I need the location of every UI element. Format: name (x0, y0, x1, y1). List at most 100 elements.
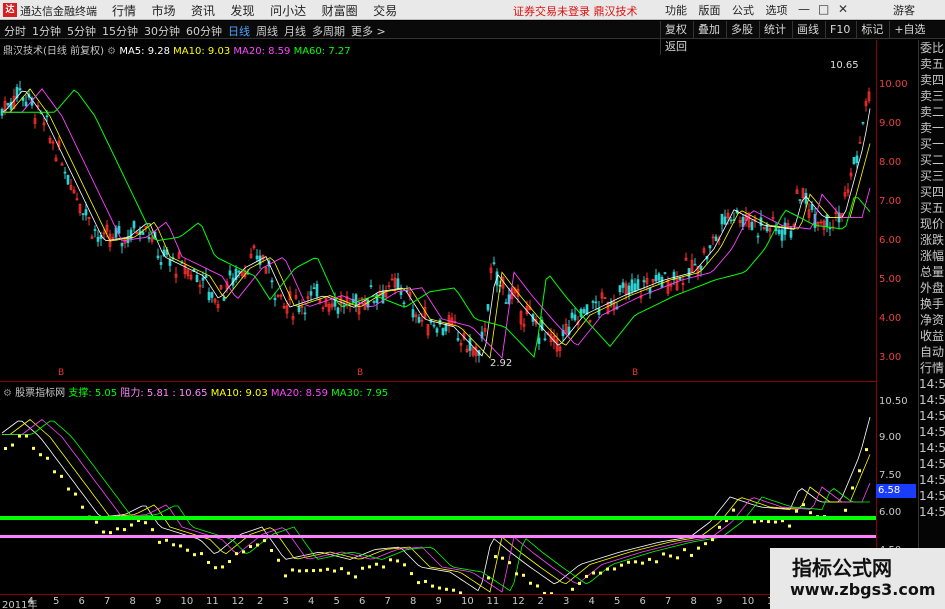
signal-dot (396, 559, 399, 563)
period-tab[interactable]: 1分钟 (32, 23, 61, 39)
signal-dot (718, 525, 721, 529)
indicator-panel[interactable]: ⚙ 股票指标网 支撑: 5.05 阻力: 5.81 : 10.65 MA10: … (0, 381, 876, 594)
period-tab[interactable]: 15分钟 (102, 23, 138, 39)
period-tab[interactable]: 月线 (284, 23, 306, 39)
side-panel-item[interactable]: 收益 (919, 328, 945, 344)
period-tab[interactable]: 分时 (4, 23, 26, 39)
side-panel-item[interactable]: 14:50 (919, 408, 945, 424)
side-panel-item[interactable]: 净资 (919, 312, 945, 328)
side-panel-item[interactable]: 买二 (919, 152, 945, 168)
signal-dot (123, 528, 126, 532)
side-panel-item[interactable]: 卖三 (919, 88, 945, 104)
signal-dot (347, 571, 350, 575)
menu-item-formula[interactable]: 公式 (732, 2, 754, 18)
side-panel-item[interactable]: 14:50 (919, 424, 945, 440)
side-panel-item[interactable]: 14:50 (919, 504, 945, 520)
side-panel-item[interactable]: 14:50 (919, 488, 945, 504)
period-tab[interactable]: 60分钟 (186, 23, 222, 39)
menu-item-market[interactable]: 市场 (152, 2, 176, 19)
menu-item-discover[interactable]: 发现 (231, 2, 255, 19)
menu-item-ask[interactable]: 问小达 (270, 2, 306, 19)
side-panel-item[interactable]: 卖四 (919, 72, 945, 88)
side-panel-item[interactable]: 14:50 (919, 440, 945, 456)
side-panel-item[interactable]: 买四 (919, 184, 945, 200)
guest-label[interactable]: 游客 (893, 2, 915, 18)
side-panel-item[interactable]: 总量 (919, 264, 945, 280)
signal-dot (431, 584, 434, 588)
side-panel-item[interactable]: 涨幅 (919, 248, 945, 264)
signal-dot (74, 492, 77, 496)
tool-button[interactable]: 复权 (660, 21, 691, 38)
menu-item-quote[interactable]: 行情 (112, 2, 136, 19)
side-panel-item[interactable]: 委比 (919, 40, 945, 56)
menu-item-trade[interactable]: 交易 (373, 2, 397, 19)
close-button[interactable]: ✕ (838, 2, 848, 16)
app-name: 通达信金融终端 (20, 5, 97, 18)
signal-dot (494, 555, 497, 559)
side-panel-item[interactable]: 买五 (919, 200, 945, 216)
signal-dot (375, 562, 378, 566)
candle-body (141, 231, 145, 235)
period-tab[interactable]: 更多 > (351, 23, 386, 39)
side-panel-item[interactable]: 行情 (919, 360, 945, 376)
menu-item-options[interactable]: 选项 (766, 2, 788, 18)
candle-body (825, 214, 829, 227)
side-panel-item[interactable]: 14:50 (919, 456, 945, 472)
period-tab[interactable]: 5分钟 (67, 23, 96, 39)
candle-body (636, 279, 640, 290)
side-panel-item[interactable]: 14:50 (919, 392, 945, 408)
side-panel-item[interactable]: 自动 (919, 344, 945, 360)
signal-dot (235, 552, 238, 556)
candle-body (396, 278, 400, 290)
axis-label: 4.00 (879, 313, 902, 324)
date-tick: 7 (665, 596, 672, 607)
candle-body (315, 283, 319, 297)
tool-button[interactable]: 叠加 (693, 21, 724, 38)
date-tick: 6 (78, 596, 85, 607)
candle-body (678, 277, 682, 280)
tool-button[interactable]: 画线 (792, 21, 823, 38)
kline-panel[interactable]: 鼎汉技术(日线 前复权) ⚙ MA5: 9.28 MA10: 9.03 MA20… (0, 40, 876, 380)
side-panel-item[interactable]: 卖二 (919, 104, 945, 120)
candle-body (168, 259, 172, 266)
menu-item-news[interactable]: 资讯 (191, 2, 215, 19)
candle-body (699, 265, 703, 270)
side-panel-item[interactable]: 现价 (919, 216, 945, 232)
period-tab[interactable]: 日线 (228, 23, 250, 39)
side-panel-item[interactable]: 14:50 (919, 472, 945, 488)
period-tab[interactable]: 30分钟 (144, 23, 180, 39)
signal-dot (627, 560, 630, 564)
signal-dot (130, 523, 133, 527)
tool-button[interactable]: +自选 (889, 21, 929, 38)
side-panel-item[interactable]: 外盘 (919, 280, 945, 296)
candle-body (63, 171, 67, 174)
signal-dot (67, 487, 70, 491)
side-panel-item[interactable]: 换手 (919, 296, 945, 312)
side-panel-item[interactable]: 卖五 (919, 56, 945, 72)
tool-button[interactable]: 统计 (759, 21, 790, 38)
signal-dot (571, 587, 574, 591)
signal-dot (242, 550, 245, 554)
signal-dot (228, 560, 231, 564)
maximize-button[interactable]: □ (818, 2, 829, 16)
period-tab[interactable]: 周线 (256, 23, 278, 39)
side-panel-item[interactable]: 买一 (919, 136, 945, 152)
support-line (0, 516, 876, 520)
tool-button[interactable]: 多股 (726, 21, 757, 38)
menu-item-layout[interactable]: 版面 (699, 2, 721, 18)
candle-body (543, 338, 547, 341)
tool-button[interactable]: 标记 (856, 21, 887, 38)
date-tick: 5 (614, 596, 621, 607)
menu-item-function[interactable]: 功能 (665, 2, 687, 18)
signal-dot (102, 530, 105, 534)
period-tab[interactable]: 多周期 (312, 23, 345, 39)
signal-dot (690, 553, 693, 557)
candle-body (96, 237, 100, 242)
minimize-button[interactable]: — (798, 2, 810, 16)
tool-button[interactable]: F10 (825, 21, 854, 38)
side-panel-item[interactable]: 买三 (919, 168, 945, 184)
side-panel-item[interactable]: 卖一 (919, 120, 945, 136)
side-panel-item[interactable]: 14:50 (919, 376, 945, 392)
side-panel-item[interactable]: 涨跌 (919, 232, 945, 248)
menu-item-wealth[interactable]: 财富圈 (322, 2, 358, 19)
